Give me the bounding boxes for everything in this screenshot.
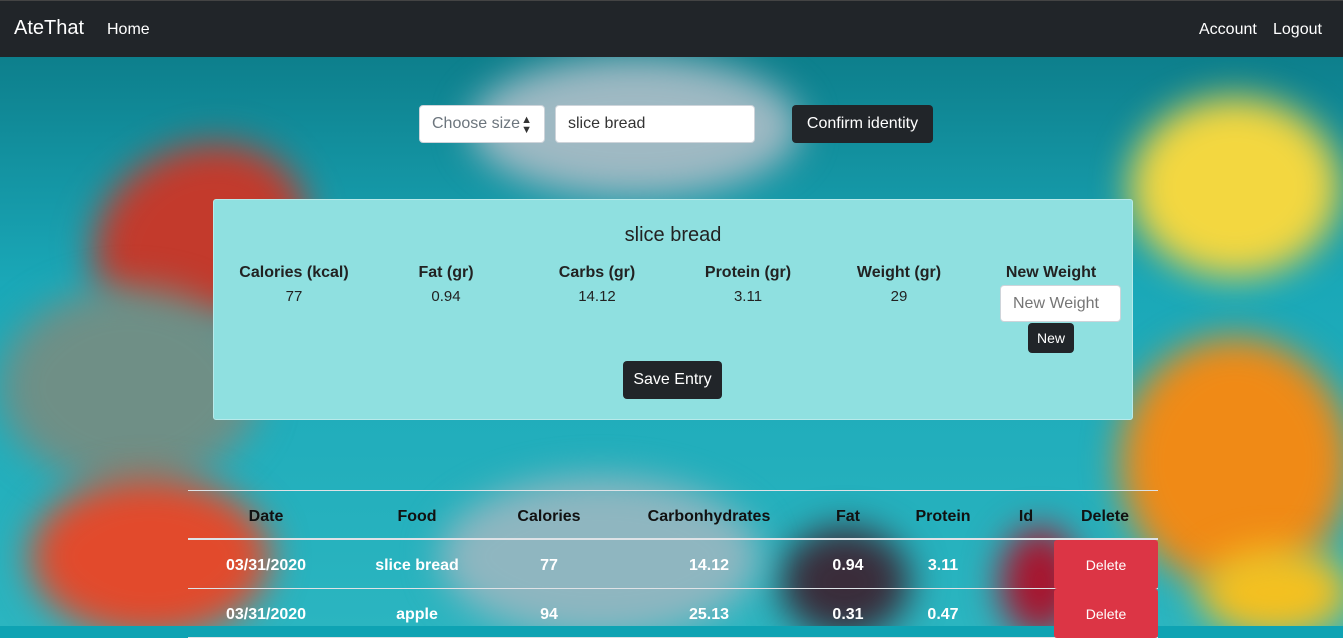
new-weight-button[interactable]: New	[1028, 323, 1074, 353]
confirm-identity-button[interactable]: Confirm identity	[792, 105, 933, 143]
row-food: apple	[396, 606, 438, 623]
new-weight-input[interactable]	[1000, 285, 1121, 322]
weight-label: Weight (gr)	[856, 264, 942, 281]
row-food: slice bread	[375, 557, 459, 574]
nav-home-link[interactable]: Home	[107, 21, 150, 39]
carbs-value: 14.12	[578, 288, 616, 305]
row-date: 03/31/2020	[225, 557, 307, 574]
protein-label: Protein (gr)	[704, 264, 792, 281]
header-food: Food	[397, 508, 437, 525]
size-select[interactable]: Choose size ▲ ▼	[419, 105, 545, 143]
food-card: slice bread Calories (kcal) 77 Fat (gr) …	[213, 199, 1133, 420]
header-carbs: Carbonhydrates	[647, 508, 771, 525]
sort-caret-icon: ▲ ▼	[521, 114, 532, 136]
row-protein: 0.47	[927, 606, 959, 623]
fat-value: 0.94	[431, 288, 461, 305]
food-search-input[interactable]	[555, 105, 755, 143]
calories-column: Calories (kcal) 77	[219, 264, 369, 305]
table-header: Date Food Calories Carbonhydrates Fat Pr…	[188, 490, 1158, 540]
size-select-value: Choose size	[432, 115, 521, 132]
row-calories: 94	[540, 606, 558, 623]
protein-value: 3.11	[733, 288, 763, 305]
row-date: 03/31/2020	[225, 606, 307, 623]
calories-label: Calories (kcal)	[239, 264, 349, 281]
table-row: 03/31/2020 apple 94 25.13 0.31 0.47 Dele…	[188, 589, 1158, 638]
row-carbs: 25.13	[688, 606, 730, 623]
row-fat: 0.94	[832, 557, 864, 574]
header-protein: Protein	[915, 508, 971, 525]
nav-account-link[interactable]: Account	[1199, 21, 1257, 39]
nav-logout-link[interactable]: Logout	[1273, 21, 1322, 39]
new-weight-column: New Weight	[976, 264, 1126, 282]
row-carbs: 14.12	[688, 557, 730, 574]
header-delete: Delete	[1080, 508, 1130, 525]
save-entry-button[interactable]: Save Entry	[623, 361, 722, 399]
protein-column: Protein (gr) 3.11	[673, 264, 823, 305]
header-fat: Fat	[836, 508, 860, 525]
calories-value: 77	[285, 288, 303, 305]
header-calories: Calories	[517, 508, 581, 525]
carbs-column: Carbs (gr) 14.12	[522, 264, 672, 305]
fat-label: Fat (gr)	[418, 264, 474, 281]
fat-column: Fat (gr) 0.94	[371, 264, 521, 305]
food-title: slice bread	[624, 224, 722, 246]
row-calories: 77	[540, 557, 558, 574]
brand-link[interactable]: AteThat	[14, 17, 84, 40]
header-date: Date	[248, 508, 284, 525]
new-weight-label: New Weight	[1005, 264, 1097, 281]
row-protein: 3.11	[927, 557, 959, 574]
row-fat: 0.31	[832, 606, 864, 623]
weight-value: 29	[890, 288, 908, 305]
carbs-label: Carbs (gr)	[558, 264, 636, 281]
delete-button[interactable]: Delete	[1054, 540, 1158, 589]
navbar: AteThat Home Account Logout	[0, 0, 1343, 57]
weight-column: Weight (gr) 29	[824, 264, 974, 305]
header-id: Id	[1018, 508, 1034, 525]
table-row: 03/31/2020 slice bread 77 14.12 0.94 3.1…	[188, 540, 1158, 589]
delete-button[interactable]: Delete	[1054, 589, 1158, 638]
